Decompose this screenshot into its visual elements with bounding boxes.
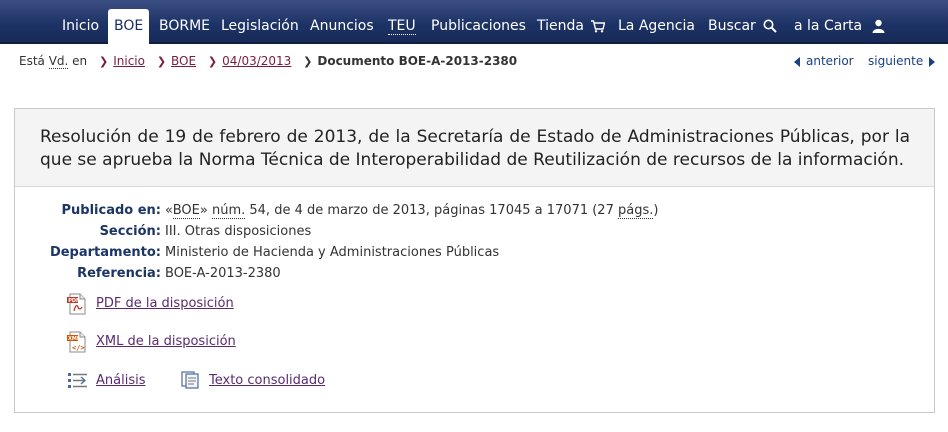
published-value: «BOE» núm. 54, de 4 de marzo de 2013, pá… bbox=[165, 203, 659, 219]
breadcrumb-link-date[interactable]: 04/03/2013 bbox=[222, 54, 291, 68]
nav-legislacion[interactable]: Legislación bbox=[221, 0, 299, 44]
next-label: siguiente bbox=[868, 54, 924, 68]
published-label: Publicado en: bbox=[61, 203, 161, 218]
prev-label: anterior bbox=[806, 54, 854, 68]
xml-link-row: XML de la disposición bbox=[96, 334, 236, 349]
xml-file-icon: XML </> bbox=[67, 331, 86, 353]
breadcrumb-link-boe[interactable]: BOE bbox=[171, 54, 196, 68]
prev-link[interactable]: anterior bbox=[794, 54, 854, 68]
consolidated-text-link[interactable]: Texto consolidado bbox=[209, 373, 325, 388]
nav-publicaciones[interactable]: Publicaciones bbox=[431, 0, 526, 44]
nav-buscar-label: Buscar bbox=[708, 18, 756, 34]
document-title: Resolución de 19 de febrero de 2013, de … bbox=[40, 127, 910, 170]
reference-value: BOE-A-2013-2380 bbox=[165, 266, 281, 281]
user-icon bbox=[872, 19, 885, 33]
triangle-right-icon bbox=[929, 56, 936, 67]
chevron-right-icon: ❯ bbox=[207, 55, 218, 68]
consolidated-text-icon bbox=[181, 371, 199, 389]
nav-buscar[interactable]: Buscar bbox=[708, 0, 777, 44]
pdf-link[interactable]: PDF de la disposición bbox=[96, 296, 234, 311]
nav-la-agencia[interactable]: La Agencia bbox=[618, 0, 695, 44]
breadcrumb: Está Vd. en ❯ Inicio ❯ BOE ❯ 04/03/2013 ❯ Do… bbox=[19, 54, 518, 69]
triangle-left-icon bbox=[794, 56, 800, 67]
pdf-link-row: PDF de la disposición bbox=[96, 296, 234, 311]
pdf-file-icon: PDF bbox=[67, 293, 86, 315]
search-icon bbox=[763, 19, 777, 33]
nav-teu-label: TEU bbox=[388, 18, 416, 35]
section-label: Sección: bbox=[99, 224, 161, 239]
breadcrumb-prefix: Está Vd. en bbox=[19, 54, 88, 69]
nav-a-la-carta[interactable]: a la Carta bbox=[794, 0, 885, 44]
nav-borme[interactable]: BORME bbox=[159, 0, 210, 44]
nav-tienda-label: Tienda bbox=[537, 18, 584, 34]
analysis-icon bbox=[68, 373, 87, 388]
breadcrumb-link-inicio[interactable]: Inicio bbox=[113, 54, 145, 68]
svg-text:PDF: PDF bbox=[68, 298, 79, 304]
consolidated-link-row: Texto consolidado bbox=[209, 373, 325, 388]
reference-label: Referencia: bbox=[77, 266, 161, 281]
chevron-right-icon: ❯ bbox=[99, 55, 109, 68]
xml-link[interactable]: XML de la disposición bbox=[96, 334, 236, 349]
chevron-right-icon: ❯ bbox=[156, 55, 167, 68]
top-navigation: Inicio BOE BORME Legislación Anuncios TE… bbox=[0, 0, 948, 44]
department-label: Departamento: bbox=[49, 245, 161, 260]
nav-tienda[interactable]: Tienda bbox=[537, 0, 606, 44]
breadcrumb-current: Documento BOE-A-2013-2380 bbox=[317, 54, 518, 68]
nav-anuncios[interactable]: Anuncios bbox=[310, 0, 374, 44]
svg-text:XML: XML bbox=[68, 336, 81, 342]
chevron-right-icon: ❯ bbox=[303, 55, 313, 68]
nav-boe[interactable]: BOE bbox=[108, 9, 150, 44]
analysis-link[interactable]: Análisis bbox=[96, 373, 145, 388]
analysis-link-row: Análisis bbox=[96, 373, 145, 388]
document-header: Resolución de 19 de febrero de 2013, de … bbox=[15, 109, 934, 187]
svg-text:</>: </> bbox=[72, 344, 85, 352]
document-panel: Resolución de 19 de febrero de 2013, de … bbox=[14, 108, 935, 413]
section-value: III. Otras disposiciones bbox=[165, 224, 312, 239]
next-link[interactable]: siguiente bbox=[868, 54, 936, 68]
nav-a-la-carta-label: a la Carta bbox=[794, 18, 863, 34]
cart-icon bbox=[591, 19, 606, 32]
nav-teu[interactable]: TEU bbox=[388, 0, 416, 44]
nav-inicio[interactable]: Inicio bbox=[62, 0, 99, 44]
department-value: Ministerio de Hacienda y Administracione… bbox=[165, 245, 500, 260]
